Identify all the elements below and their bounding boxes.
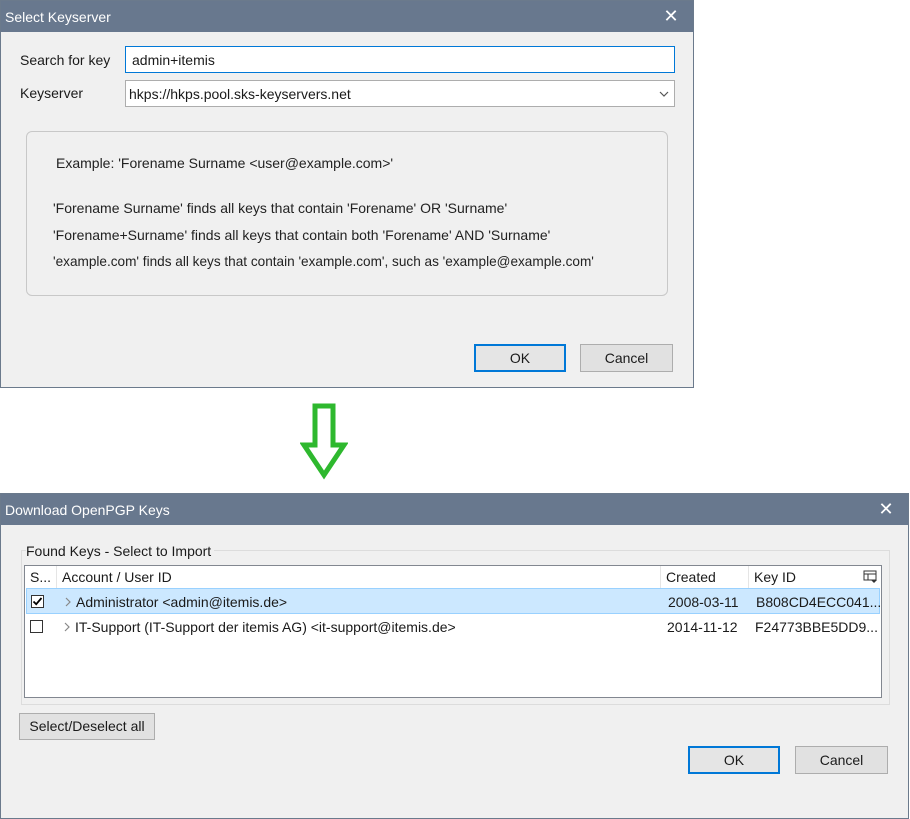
row-account: Administrator <admin@itemis.de> [76, 594, 288, 610]
row-created: 2008-03-11 [668, 594, 739, 610]
ok-button[interactable]: OK [474, 344, 566, 372]
chevron-right-icon[interactable] [62, 614, 74, 640]
column-key-id[interactable]: Key ID [749, 566, 859, 588]
cancel-button[interactable]: Cancel [795, 746, 888, 774]
row-created: 2014-11-12 [667, 619, 738, 635]
download-keys-dialog: Download OpenPGP Keys ✕ Found Keys - Sel… [0, 493, 909, 819]
ok-button-label: OK [723, 752, 745, 768]
keyserver-select[interactable]: hkps://hkps.pool.sks-keyservers.net [125, 80, 675, 107]
column-created-label: Created [666, 569, 716, 585]
hint-example: Example: 'Forename Surname <user@example… [56, 155, 394, 171]
cancel-button-label: Cancel [819, 752, 864, 768]
keyserver-label: Keyserver [20, 85, 84, 101]
column-select[interactable]: S... [25, 566, 57, 588]
search-label: Search for key [20, 52, 111, 68]
row-key-id: F24773BBE5DD9... [755, 619, 878, 635]
column-picker-icon[interactable] [863, 570, 877, 584]
column-created[interactable]: Created [661, 566, 749, 588]
select-deselect-all-button[interactable]: Select/Deselect all [19, 713, 155, 740]
title-bar: Select Keyserver ✕ [1, 1, 693, 32]
hint-panel: Example: 'Forename Surname <user@example… [26, 131, 668, 296]
cancel-button[interactable]: Cancel [580, 344, 673, 372]
select-keyserver-dialog: Select Keyserver ✕ Search for key admin+… [0, 0, 694, 388]
column-account-label: Account / User ID [62, 569, 172, 585]
dialog-title: Select Keyserver [5, 9, 111, 25]
ok-button[interactable]: OK [688, 746, 780, 774]
table-row[interactable]: Administrator <admin@itemis.de> 2008-03-… [26, 588, 882, 615]
hint-or: 'Forename Surname' finds all keys that c… [53, 200, 508, 216]
chevron-down-icon[interactable] [658, 87, 670, 99]
search-input-value: admin+itemis [132, 52, 215, 68]
hint-and: 'Forename+Surname' finds all keys that c… [53, 227, 551, 243]
hint-domain: 'example.com' finds all keys that contai… [53, 254, 594, 269]
row-key-id: B808CD4ECC041... [756, 594, 882, 610]
keys-list[interactable]: S... Account / User ID Created Key ID Ad… [24, 565, 882, 698]
search-input[interactable]: admin+itemis [125, 46, 675, 73]
chevron-right-icon[interactable] [63, 589, 75, 615]
select-deselect-all-label: Select/Deselect all [29, 718, 145, 734]
ok-button-label: OK [509, 350, 531, 366]
row-checkbox[interactable] [30, 620, 43, 633]
cancel-button-label: Cancel [604, 350, 649, 366]
column-select-label: S... [30, 569, 52, 585]
column-account[interactable]: Account / User ID [57, 566, 661, 588]
list-header: S... Account / User ID Created Key ID [25, 566, 881, 588]
group-label: Found Keys - Select to Import [26, 543, 215, 559]
down-arrow-icon [299, 403, 349, 481]
dialog-title: Download OpenPGP Keys [5, 502, 170, 518]
row-account: IT-Support (IT-Support der itemis AG) <i… [75, 619, 456, 635]
keyserver-select-value: hkps://hkps.pool.sks-keyservers.net [129, 86, 351, 102]
row-checkbox[interactable] [31, 595, 44, 608]
table-row[interactable]: IT-Support (IT-Support der itemis AG) <i… [26, 614, 880, 640]
column-key-id-label: Key ID [754, 569, 797, 585]
close-icon[interactable]: ✕ [649, 1, 693, 32]
title-bar: Download OpenPGP Keys ✕ [1, 494, 908, 525]
close-icon[interactable]: ✕ [864, 494, 908, 525]
